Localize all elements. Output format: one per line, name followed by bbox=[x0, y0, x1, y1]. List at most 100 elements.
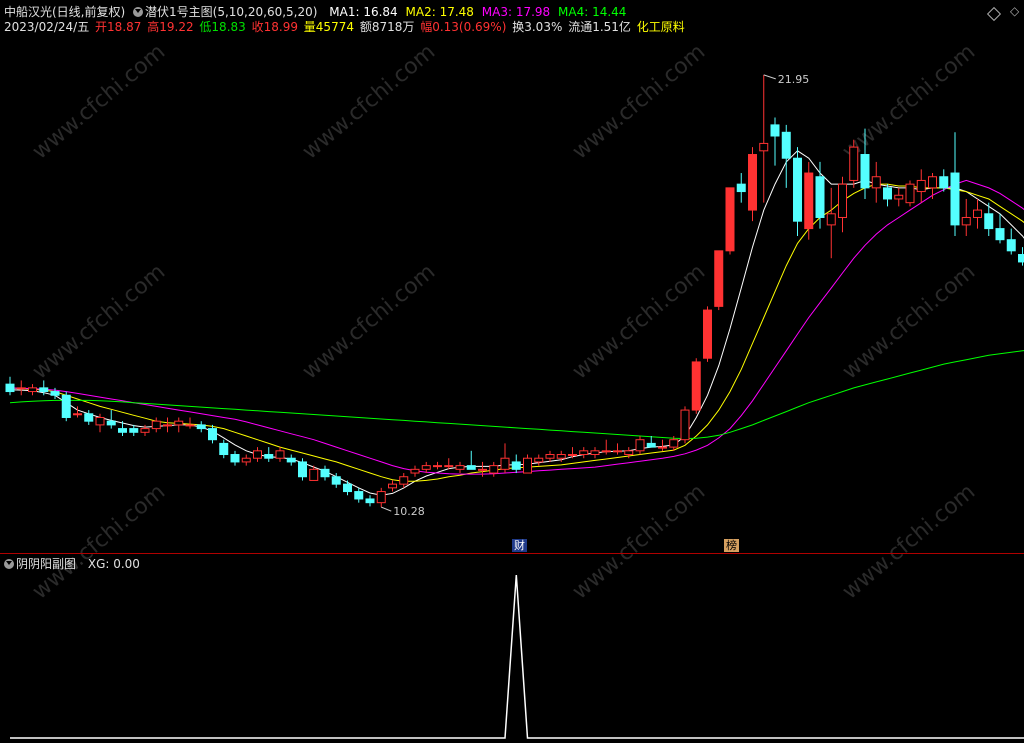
candle-body bbox=[253, 450, 262, 459]
min-price-pointer bbox=[381, 506, 392, 512]
watermark-text: www.cfchi.com bbox=[568, 259, 710, 384]
candle-body bbox=[984, 213, 994, 230]
candle-body bbox=[28, 387, 37, 393]
candle-body bbox=[241, 457, 251, 463]
ma-line-ma3 bbox=[9, 179, 1024, 475]
panel-separator[interactable] bbox=[0, 553, 1024, 554]
candle-body bbox=[219, 442, 229, 456]
candle-body bbox=[286, 457, 296, 463]
candle-body bbox=[939, 176, 949, 189]
sub-panel-header: 阴阴阳副图 XG: 0.00 bbox=[4, 557, 144, 571]
candle-body bbox=[433, 465, 442, 468]
candle-body bbox=[995, 228, 1005, 241]
candle-body bbox=[50, 391, 60, 396]
candle-body bbox=[905, 183, 915, 204]
quote-open: 开18.87 bbox=[95, 20, 142, 34]
dragon-list-marker[interactable]: 榜 bbox=[724, 539, 739, 552]
candle-body bbox=[16, 387, 26, 390]
quote-volume: 量45774 bbox=[303, 20, 354, 34]
indicator-name: 潜伏1号主图(5,10,20,60,5,20) bbox=[145, 5, 318, 19]
watermark-text: www.cfchi.com bbox=[28, 39, 170, 164]
candle-body bbox=[196, 424, 206, 430]
candle-body bbox=[466, 465, 476, 470]
xg-value: XG: 0.00 bbox=[87, 557, 140, 571]
quote-amount: 额8718万 bbox=[359, 20, 415, 34]
candle-body bbox=[410, 468, 420, 474]
quote-sector: 化工原料 bbox=[636, 20, 685, 34]
candle-body bbox=[568, 454, 577, 457]
ma2-label: MA2: 17.48 bbox=[405, 5, 474, 19]
candle-body bbox=[815, 176, 825, 218]
candle-body bbox=[39, 387, 49, 393]
candle-body bbox=[388, 483, 397, 489]
candle-body bbox=[5, 383, 15, 393]
quote-date: 2023/02/24/五 bbox=[4, 20, 90, 34]
candle-body bbox=[151, 420, 161, 430]
candle-body bbox=[1006, 239, 1016, 252]
candle-body bbox=[185, 424, 195, 427]
candle-body bbox=[1018, 254, 1024, 263]
candle-body bbox=[343, 483, 352, 493]
candle-body bbox=[61, 394, 71, 418]
candle-body bbox=[961, 216, 971, 226]
candle-body bbox=[826, 213, 836, 226]
candle-body bbox=[736, 183, 746, 193]
candle-body bbox=[669, 439, 679, 448]
candle-body bbox=[624, 450, 634, 456]
candle-body bbox=[849, 146, 859, 181]
candle-body bbox=[534, 457, 544, 463]
stock-title: 中船汉光(日线,前复权) bbox=[4, 5, 126, 19]
candle-body bbox=[399, 476, 409, 485]
ma3-label: MA3: 17.98 bbox=[481, 5, 551, 19]
candle-body bbox=[680, 409, 690, 441]
quote-change: 幅0.13(0.69%) bbox=[420, 20, 507, 34]
candle-body bbox=[455, 465, 465, 470]
candle-body bbox=[928, 176, 937, 189]
quote-high: 高19.22 bbox=[147, 20, 194, 34]
watermark-text: www.cfchi.com bbox=[298, 259, 440, 384]
candle-body bbox=[489, 465, 499, 474]
sub-dropdown-icon[interactable] bbox=[4, 559, 14, 569]
candle-body bbox=[331, 476, 341, 485]
candle-body bbox=[916, 179, 926, 193]
candle-body bbox=[275, 450, 285, 459]
candle-body bbox=[511, 461, 521, 470]
watermark-text: www.cfchi.com bbox=[298, 39, 440, 164]
watermark-text: www.cfchi.com bbox=[838, 259, 980, 384]
ma4-label: MA4: 14.44 bbox=[558, 5, 627, 19]
candle-body bbox=[545, 454, 555, 459]
candle-body bbox=[579, 450, 589, 456]
candle-body bbox=[264, 454, 274, 459]
candle-body bbox=[703, 309, 712, 359]
candle-body bbox=[658, 446, 667, 449]
candle-body bbox=[950, 172, 960, 226]
expand-icon[interactable]: ◇ bbox=[1010, 4, 1019, 18]
dropdown-icon[interactable] bbox=[133, 7, 144, 17]
quote-turnover: 换3.03% bbox=[512, 20, 563, 34]
watermark-text: www.cfchi.com bbox=[28, 259, 170, 384]
sub-panel-dropdown[interactable]: 阴阴阳副图 bbox=[4, 557, 84, 571]
sub-panel-title: 阴阴阳副图 bbox=[16, 557, 77, 571]
main-chart-svg[interactable]: www.cfchi.com www.cfchi.com www.cfchi.com w… bbox=[0, 0, 1024, 743]
ma-line-ma1 bbox=[9, 150, 1024, 496]
candle-body bbox=[73, 413, 82, 416]
candle-body bbox=[556, 454, 566, 459]
indicator-dropdown[interactable]: 潜伏1号主图(5,10,20,60,5,20) bbox=[133, 5, 325, 19]
candle-body bbox=[354, 491, 364, 500]
candle-body bbox=[163, 424, 172, 427]
candle-body bbox=[478, 468, 487, 471]
candle-body bbox=[95, 416, 105, 426]
candle-body bbox=[883, 187, 892, 200]
candle-body bbox=[759, 142, 769, 152]
quote-low: 低18.83 bbox=[199, 20, 246, 34]
max-price-pointer bbox=[763, 74, 776, 80]
candle-body bbox=[646, 442, 656, 448]
candle-body bbox=[174, 420, 184, 426]
candle-body bbox=[208, 428, 217, 441]
finance-marker[interactable]: 财 bbox=[512, 539, 527, 552]
candle-body bbox=[523, 457, 532, 474]
candle-body bbox=[365, 498, 375, 504]
candle-body bbox=[635, 439, 645, 452]
watermark-text: www.cfchi.com bbox=[568, 39, 710, 164]
candle-body bbox=[320, 468, 330, 478]
